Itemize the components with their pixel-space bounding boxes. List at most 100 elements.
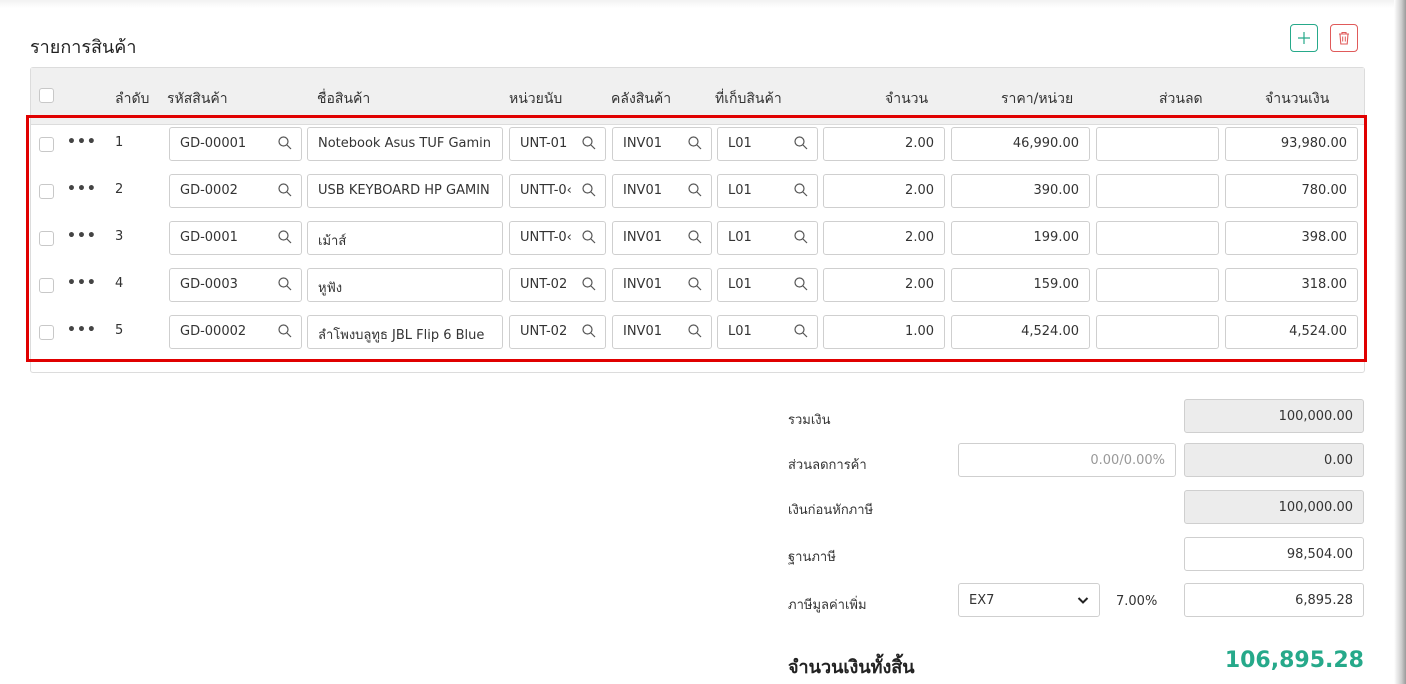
row-checkbox[interactable] [39,278,54,293]
price-field[interactable]: 390.00 [951,174,1090,208]
row-checkbox[interactable] [39,231,54,246]
qty-field[interactable]: 1.00 [823,315,945,349]
price-field[interactable]: 4,524.00 [951,315,1090,349]
search-icon[interactable] [581,323,597,339]
warehouse-field[interactable]: INV01 [612,127,712,161]
search-icon[interactable] [687,323,703,339]
header-unit[interactable]: หน่วยนับ [509,88,562,110]
unit-field[interactable]: UNT-02 [509,315,606,349]
unit-field[interactable]: UNT-01 [509,127,606,161]
qty-field[interactable]: 2.00 [823,268,945,302]
row-menu-icon[interactable]: ••• [67,275,97,291]
row-menu-icon[interactable]: ••• [67,322,97,338]
tax-base-field[interactable]: 98,504.00 [1184,537,1364,571]
discount-field[interactable] [1096,315,1219,349]
plus-icon [1298,32,1310,44]
row-menu-icon[interactable]: ••• [67,228,97,244]
product-code-field[interactable]: GD-0003 [169,268,302,302]
price-field[interactable]: 199.00 [951,221,1090,255]
row-menu-icon[interactable]: ••• [67,134,97,150]
header-discount[interactable]: ส่วนลด [1159,88,1203,110]
amount-field[interactable]: 4,524.00 [1225,315,1358,349]
location-field[interactable]: L01 [717,174,818,208]
qty-field[interactable]: 2.00 [823,127,945,161]
search-icon[interactable] [277,323,293,339]
header-location[interactable]: ที่เก็บสินค้า [715,88,782,110]
header-name[interactable]: ชื่อสินค้า [317,88,370,110]
search-icon[interactable] [277,182,293,198]
location-field[interactable]: L01 [717,315,818,349]
product-code-field[interactable]: GD-0002 [169,174,302,208]
table-row[interactable]: ••• 5 GD-00002 ลำโพงบลูทูธ JBL Flip 6 Bl… [31,309,1364,355]
search-icon[interactable] [793,182,809,198]
header-code[interactable]: รหัสสินค้า [167,88,228,110]
row-seq: 3 [115,229,124,244]
row-checkbox[interactable] [39,184,54,199]
discount-field[interactable] [1096,127,1219,161]
trade-discount-input[interactable]: 0.00/0.00% [958,443,1176,477]
price-field[interactable]: 46,990.00 [951,127,1090,161]
unit-field[interactable]: UNTT-0‹ [509,221,606,255]
warehouse-field[interactable]: INV01 [612,174,712,208]
search-icon[interactable] [581,182,597,198]
search-icon[interactable] [687,135,703,151]
search-icon[interactable] [687,229,703,245]
vat-code-select[interactable]: EX7 [958,583,1100,617]
delete-rows-button[interactable] [1330,24,1358,52]
table-row[interactable]: ••• 3 GD-0001 เม้าส์ UNTT-0‹ INV01 L01 2… [31,215,1364,261]
warehouse-field[interactable]: INV01 [612,221,712,255]
warehouse-field[interactable]: INV01 [612,315,712,349]
product-name-field[interactable]: เม้าส์ [307,221,503,255]
table-row[interactable]: ••• 4 GD-0003 หูฟัง UNT-02 INV01 L01 2.0… [31,262,1364,308]
header-price[interactable]: ราคา/หน่วย [1001,88,1073,110]
price-field[interactable]: 159.00 [951,268,1090,302]
discount-field[interactable] [1096,221,1219,255]
search-icon[interactable] [687,276,703,292]
warehouse-field[interactable]: INV01 [612,268,712,302]
amount-field[interactable]: 398.00 [1225,221,1358,255]
unit-field[interactable]: UNT-02 [509,268,606,302]
location-field[interactable]: L01 [717,127,818,161]
discount-field[interactable] [1096,268,1219,302]
search-icon[interactable] [793,229,809,245]
header-qty[interactable]: จำนวน [885,88,928,110]
table-row[interactable]: ••• 1 GD-00001 Notebook Asus TUF Gamin U… [31,121,1364,167]
location-field[interactable]: L01 [717,268,818,302]
search-icon[interactable] [793,135,809,151]
qty-field[interactable]: 2.00 [823,221,945,255]
header-warehouse[interactable]: คลังสินค้า [611,88,671,110]
search-icon[interactable] [581,229,597,245]
amount-field[interactable]: 93,980.00 [1225,127,1358,161]
search-icon[interactable] [277,276,293,292]
search-icon[interactable] [581,135,597,151]
row-checkbox[interactable] [39,137,54,152]
product-code-field[interactable]: GD-0001 [169,221,302,255]
table-header: ลำดับ รหัสสินค้า ชื่อสินค้า หน่วยนับ คลั… [31,68,1364,125]
unit-field[interactable]: UNTT-0‹ [509,174,606,208]
location-field[interactable]: L01 [717,221,818,255]
discount-field[interactable] [1096,174,1219,208]
table-row[interactable]: ••• 2 GD-0002 USB KEYBOARD HP GAMIN UNTT… [31,168,1364,214]
search-icon[interactable] [687,182,703,198]
product-name-field[interactable]: USB KEYBOARD HP GAMIN [307,174,503,208]
product-name-field[interactable]: Notebook Asus TUF Gamin [307,127,503,161]
qty-field[interactable]: 2.00 [823,174,945,208]
search-icon[interactable] [581,276,597,292]
unit-value: UNTT-0‹ [520,230,572,245]
vat-amount-field[interactable]: 6,895.28 [1184,583,1364,617]
search-icon[interactable] [793,323,809,339]
search-icon[interactable] [277,229,293,245]
amount-field[interactable]: 780.00 [1225,174,1358,208]
row-menu-icon[interactable]: ••• [67,181,97,197]
product-name-field[interactable]: หูฟัง [307,268,503,302]
search-icon[interactable] [793,276,809,292]
header-amount[interactable]: จำนวนเงิน [1265,88,1329,110]
product-name-field[interactable]: ลำโพงบลูทูธ JBL Flip 6 Blue [307,315,503,349]
product-code-field[interactable]: GD-00002 [169,315,302,349]
add-row-button[interactable] [1290,24,1318,52]
row-checkbox[interactable] [39,325,54,340]
search-icon[interactable] [277,135,293,151]
product-code-field[interactable]: GD-00001 [169,127,302,161]
amount-field[interactable]: 318.00 [1225,268,1358,302]
select-all-checkbox[interactable] [39,88,54,103]
